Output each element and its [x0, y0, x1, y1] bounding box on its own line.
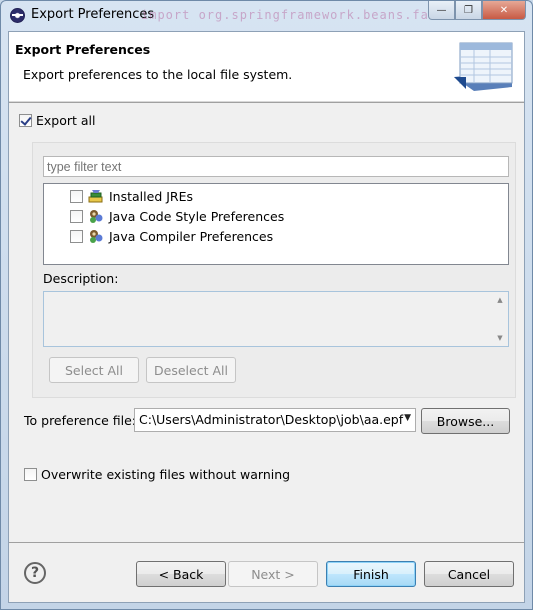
export-preferences-window: Export Preferences import org.springfram… [0, 0, 533, 610]
overwrite-check-icon[interactable] [24, 468, 37, 481]
tree-item-installed-jres[interactable]: Installed JREs [70, 187, 193, 205]
maximize-button[interactable]: ❐ [455, 1, 482, 20]
next-button[interactable]: Next > [228, 561, 318, 587]
export-all-check-icon[interactable] [19, 114, 32, 127]
preferences-tree[interactable]: Installed JREs Java Code Style Preferenc… [43, 183, 509, 265]
header-separator [9, 102, 524, 103]
eclipse-icon [10, 8, 25, 23]
background-code-ghost: import org.springframework.beans.fa [141, 8, 429, 22]
header-title: Export Preferences [15, 42, 151, 57]
minimize-button[interactable]: — [428, 1, 455, 20]
overwrite-checkbox[interactable]: Overwrite existing files without warning [24, 467, 290, 482]
java-preferences-icon [90, 230, 103, 243]
jre-icon [88, 190, 103, 203]
back-button[interactable]: < Back [136, 561, 226, 587]
dialog-client-area: Export Preferences Export preferences to… [8, 31, 525, 603]
scroll-up-arrow-icon[interactable]: ▲ [496, 296, 504, 304]
browse-button[interactable]: Browse... [421, 408, 510, 434]
installed-jres-checkbox[interactable] [70, 189, 83, 203]
close-icon: ✕ [499, 4, 509, 16]
preference-file-value: C:\Users\Administrator\Desktop\job\aa.ep… [139, 412, 404, 427]
preference-file-label: To preference file: [24, 413, 136, 428]
finish-button[interactable]: Finish [326, 561, 416, 587]
tree-item-java-code-style[interactable]: Java Code Style Preferences [70, 207, 284, 225]
tree-item-label: Java Compiler Preferences [109, 228, 274, 244]
tree-item-label: Java Code Style Preferences [109, 208, 285, 224]
preferences-selection-group: Installed JREs Java Code Style Preferenc… [32, 142, 516, 398]
java-preferences-icon [90, 210, 103, 223]
overwrite-label: Overwrite existing files without warning [41, 467, 291, 482]
filter-input[interactable] [43, 156, 509, 177]
description-text-area[interactable]: ▲ ▼ [43, 291, 509, 347]
title-bar[interactable]: Export Preferences import org.springfram… [1, 1, 532, 31]
tree-item-java-compiler[interactable]: Java Compiler Preferences [70, 227, 273, 245]
restore-icon: ❐ [464, 4, 473, 16]
wizard-header: Export Preferences Export preferences to… [9, 32, 524, 102]
select-all-button[interactable]: Select All [49, 357, 139, 383]
chevron-down-icon[interactable]: ▼ [404, 413, 411, 423]
description-label: Description: [43, 271, 119, 286]
help-icon[interactable]: ? [24, 562, 46, 584]
close-button[interactable]: ✕ [482, 1, 526, 20]
footer-separator [9, 542, 524, 543]
minimize-icon: — [436, 4, 447, 16]
scroll-down-arrow-icon[interactable]: ▼ [496, 334, 504, 342]
export-all-label: Export all [36, 113, 96, 128]
export-all-checkbox[interactable]: Export all [19, 113, 96, 128]
tree-item-label: Installed JREs [109, 188, 194, 204]
java-code-style-checkbox[interactable] [70, 209, 83, 223]
header-description: Export preferences to the local file sys… [23, 67, 293, 82]
deselect-all-button[interactable]: Deselect All [146, 357, 236, 383]
window-controls: — ❐ ✕ [428, 1, 526, 20]
cancel-button[interactable]: Cancel [424, 561, 514, 587]
java-compiler-checkbox[interactable] [70, 229, 83, 243]
window-title: Export Preferences [31, 7, 155, 22]
export-wizard-banner-icon [454, 42, 513, 91]
preference-file-combo[interactable]: C:\Users\Administrator\Desktop\job\aa.ep… [134, 408, 416, 432]
